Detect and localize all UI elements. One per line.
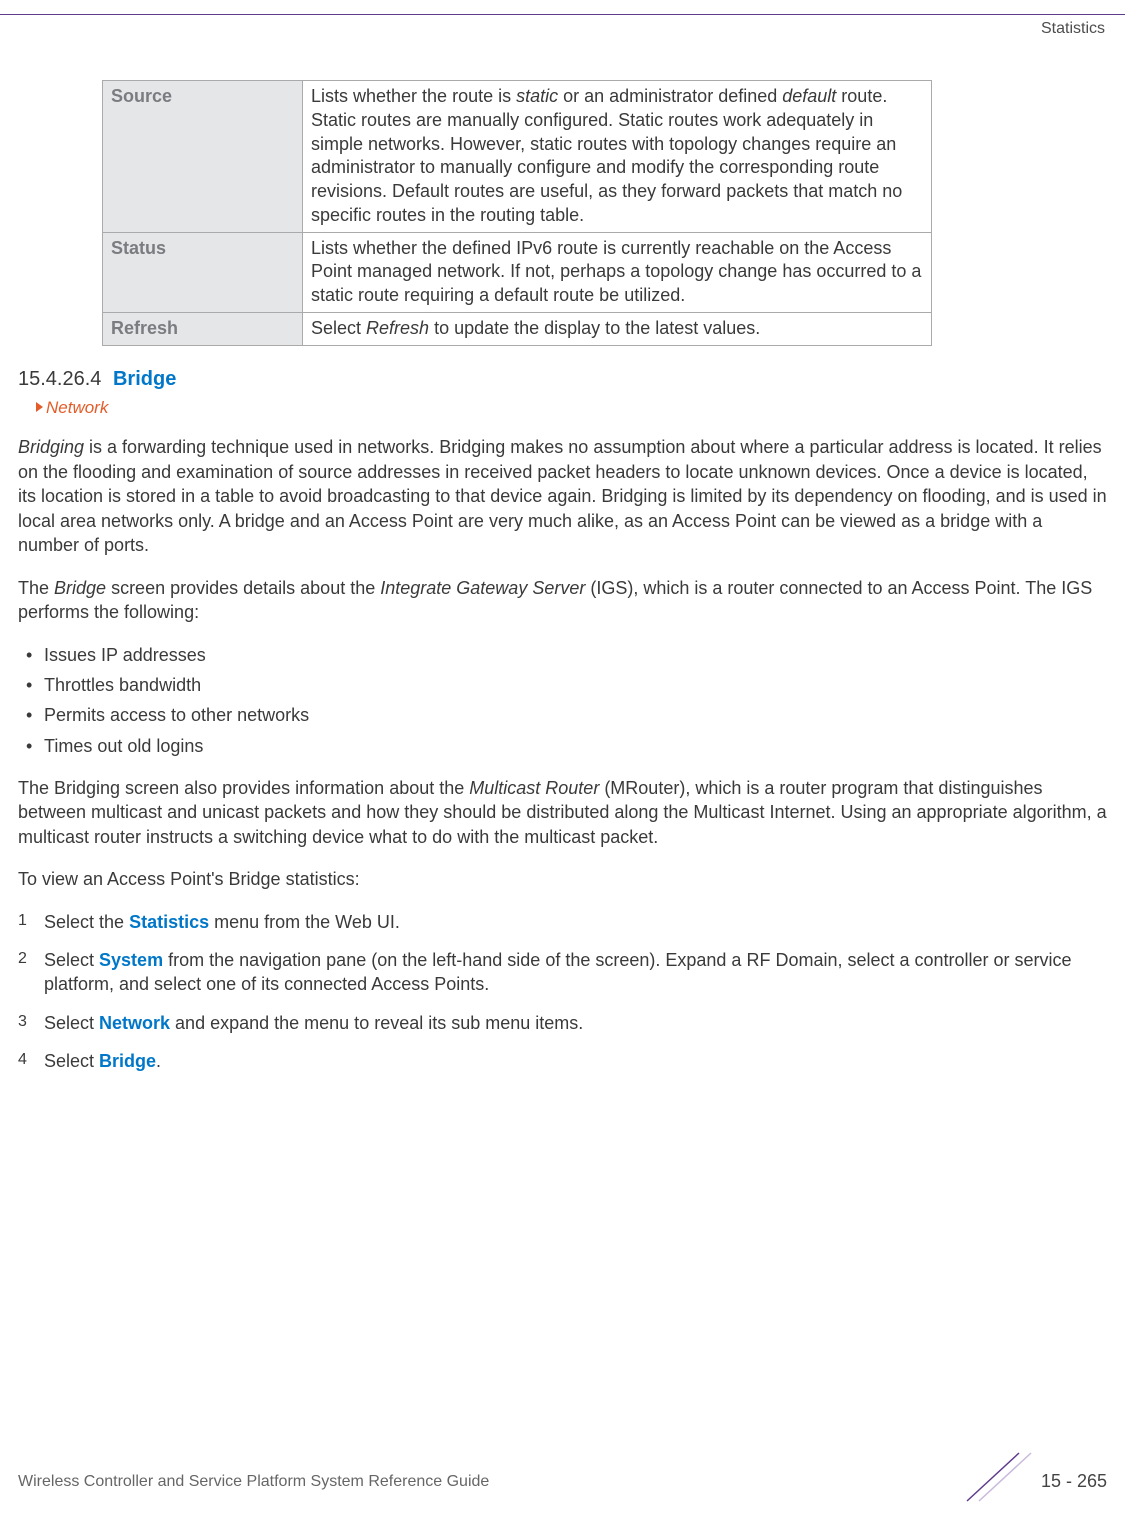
list-item: Times out old logins	[18, 734, 1107, 758]
list-item: Throttles bandwidth	[18, 673, 1107, 697]
text: .	[156, 1051, 161, 1071]
table-row: Refresh Select Refresh to update the dis…	[103, 312, 932, 345]
breadcrumb-link[interactable]: Network	[46, 398, 108, 417]
text: Lists whether the defined IPv6 route is …	[311, 238, 921, 306]
text-italic: Refresh	[366, 318, 429, 338]
page-content: Source Lists whether the route is static…	[18, 80, 1107, 1091]
section-number: 15.4.26.4	[18, 368, 101, 390]
step-3: 3 Select Network and expand the menu to …	[18, 1011, 1107, 1035]
text-italic: Integrate Gateway Server	[380, 578, 585, 598]
text: and expand the menu to reveal its sub me…	[170, 1013, 583, 1033]
term-status: Status	[103, 232, 303, 312]
footer-swoosh-icon	[965, 1451, 1035, 1503]
text-italic: static	[516, 86, 558, 106]
step-2: 2 Select System from the navigation pane…	[18, 948, 1107, 997]
text: Select	[311, 318, 366, 338]
arrow-right-icon	[36, 402, 43, 412]
text: Select	[44, 1051, 99, 1071]
text: The Bridging screen also provides inform…	[18, 778, 469, 798]
desc-source: Lists whether the route is static or an …	[303, 81, 932, 233]
ui-label: Statistics	[129, 912, 209, 932]
step-4: 4 Select Bridge.	[18, 1049, 1107, 1073]
text: screen provides details about the	[106, 578, 380, 598]
definitions-table: Source Lists whether the route is static…	[102, 80, 932, 346]
paragraph-view-stats: To view an Access Point's Bridge statist…	[18, 867, 1107, 891]
breadcrumb: Network	[36, 397, 1107, 420]
text: route. Static routes are manually config…	[311, 86, 902, 225]
steps-list: 1 Select the Statistics menu from the We…	[18, 910, 1107, 1073]
step-1: 1 Select the Statistics menu from the We…	[18, 910, 1107, 934]
term-source: Source	[103, 81, 303, 233]
text: is a forwarding technique used in networ…	[18, 437, 1107, 555]
footer-page-number: 15 - 265	[1041, 1469, 1107, 1493]
text: Select the	[44, 912, 129, 932]
term-refresh: Refresh	[103, 312, 303, 345]
desc-refresh: Select Refresh to update the display to …	[303, 312, 932, 345]
list-item: Issues IP addresses	[18, 643, 1107, 667]
step-number: 2	[18, 948, 27, 970]
page-footer: Wireless Controller and Service Platform…	[18, 1449, 1107, 1497]
text: or an administrator defined	[558, 86, 782, 106]
text-italic: Bridge	[54, 578, 106, 598]
ui-label: Bridge	[99, 1051, 156, 1071]
text-italic: Bridging	[18, 437, 84, 457]
text: menu from the Web UI.	[209, 912, 400, 932]
section-heading: 15.4.26.4 Bridge	[18, 366, 1107, 393]
text: Lists whether the route is	[311, 86, 516, 106]
text-italic: default	[782, 86, 836, 106]
text: Select	[44, 950, 99, 970]
table-row: Source Lists whether the route is static…	[103, 81, 932, 233]
paragraph-bridge-screen: The Bridge screen provides details about…	[18, 576, 1107, 625]
section-title: Bridge	[113, 368, 176, 390]
igs-functions-list: Issues IP addresses Throttles bandwidth …	[18, 643, 1107, 758]
step-number: 4	[18, 1049, 27, 1071]
header-section-label: Statistics	[1041, 18, 1105, 40]
header-rule	[0, 14, 1125, 15]
step-number: 3	[18, 1011, 27, 1033]
list-item: Permits access to other networks	[18, 703, 1107, 727]
paragraph-mrouter: The Bridging screen also provides inform…	[18, 776, 1107, 849]
ui-label: System	[99, 950, 163, 970]
text-italic: Multicast Router	[469, 778, 599, 798]
text: to update the display to the latest valu…	[429, 318, 760, 338]
desc-status: Lists whether the defined IPv6 route is …	[303, 232, 932, 312]
text: Select	[44, 1013, 99, 1033]
step-number: 1	[18, 910, 27, 932]
table-row: Status Lists whether the defined IPv6 ro…	[103, 232, 932, 312]
ui-label: Network	[99, 1013, 170, 1033]
text: The	[18, 578, 54, 598]
text: from the navigation pane (on the left-ha…	[44, 950, 1072, 994]
footer-title: Wireless Controller and Service Platform…	[18, 1471, 489, 1493]
paragraph-bridging: Bridging is a forwarding technique used …	[18, 435, 1107, 557]
